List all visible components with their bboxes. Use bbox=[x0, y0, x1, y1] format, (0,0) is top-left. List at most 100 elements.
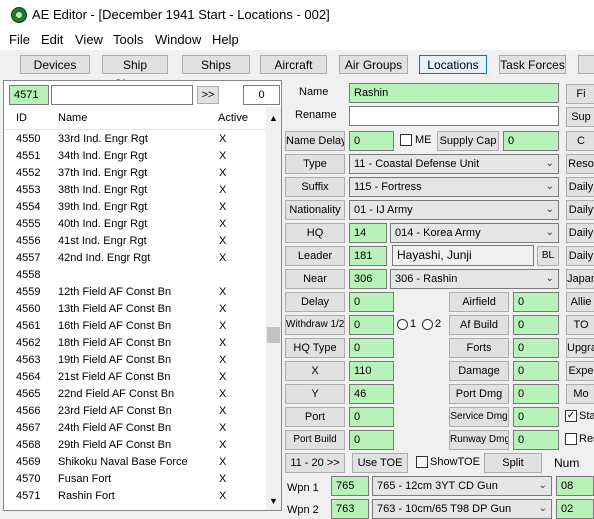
near-select[interactable]: 306 - Rashin ⌄ bbox=[390, 269, 559, 289]
toolbar-aircraft-button[interactable]: Aircraft bbox=[260, 55, 327, 74]
right-button-daily-3[interactable]: Daily bbox=[566, 223, 594, 243]
wpn2-id-field[interactable]: 763 bbox=[331, 499, 369, 519]
forts-field[interactable]: 0 bbox=[513, 338, 559, 358]
wpn2-num-field[interactable]: 02 bbox=[556, 499, 594, 519]
wpn1-select[interactable]: 765 - 12cm 3YT CD Gun ⌄ bbox=[372, 476, 552, 496]
list-scrollbar[interactable]: ▲ ▼ bbox=[266, 107, 281, 510]
hq-button[interactable]: HQ bbox=[285, 223, 345, 243]
use-toe-button[interactable]: Use TOE bbox=[352, 453, 408, 473]
list-item[interactable]: 4559 12th Field AF Const Bn X bbox=[4, 284, 266, 301]
show-toe-checkbox[interactable] bbox=[416, 456, 428, 468]
runway-dmg-field[interactable]: 0 bbox=[513, 430, 559, 450]
suffix-select[interactable]: 115 - Fortress ⌄ bbox=[349, 177, 559, 197]
list-item[interactable]: 4553 38th Ind. Engr Rgt X bbox=[4, 182, 266, 199]
toolbar-devices-button[interactable]: Devices bbox=[20, 55, 90, 74]
list-item[interactable]: 4568 29th Field AF Const Bn X bbox=[4, 437, 266, 454]
toolbar-task-forces-button[interactable]: Task Forces bbox=[499, 55, 566, 74]
id-search-field[interactable]: 4571 bbox=[9, 85, 49, 105]
search-go-button[interactable]: >> bbox=[197, 86, 219, 104]
supply-cap-field[interactable]: 0 bbox=[503, 131, 559, 151]
suffix-button[interactable]: Suffix bbox=[285, 177, 345, 197]
forts-button[interactable]: Forts bbox=[449, 338, 509, 358]
hq-id-field[interactable]: 14 bbox=[349, 223, 387, 243]
name-search-field[interactable] bbox=[51, 85, 193, 105]
menu-window[interactable]: Window bbox=[155, 32, 201, 47]
x-button[interactable]: X bbox=[285, 361, 345, 381]
right-button-reso[interactable]: Reso bbox=[566, 154, 594, 174]
list-item[interactable]: 4565 22nd Field AF Const Bn X bbox=[4, 386, 266, 403]
stat-checkbox[interactable]: ✓ bbox=[565, 410, 577, 422]
port-button[interactable]: Port bbox=[285, 407, 345, 427]
airfield-button[interactable]: Airfield bbox=[449, 292, 509, 312]
near-button[interactable]: Near bbox=[285, 269, 345, 289]
toolbar-locations-button[interactable]: Locations bbox=[419, 55, 487, 74]
airfield-field[interactable]: 0 bbox=[513, 292, 559, 312]
list-item[interactable]: 4555 40th Ind. Engr Rgt X bbox=[4, 216, 266, 233]
wpn2-select[interactable]: 763 - 10cm/65 T98 DP Gun ⌄ bbox=[372, 499, 552, 519]
right-button-sup[interactable]: Sup bbox=[566, 107, 594, 127]
right-button-daily-2[interactable]: Daily bbox=[566, 200, 594, 220]
menu-view[interactable]: View bbox=[75, 32, 103, 47]
hq-type-button[interactable]: HQ Type bbox=[285, 338, 345, 358]
type-select[interactable]: 11 - Coastal Defense Unit ⌄ bbox=[349, 154, 559, 174]
name-delay-field[interactable]: 0 bbox=[349, 131, 394, 151]
af-build-button[interactable]: Af Build bbox=[449, 315, 509, 335]
right-button-mo[interactable]: Mo bbox=[566, 384, 594, 404]
af-build-field[interactable]: 0 bbox=[513, 315, 559, 335]
list-item[interactable]: 4567 24th Field AF Const Bn X bbox=[4, 420, 266, 437]
list-item[interactable]: 4551 34th Ind. Engr Rgt X bbox=[4, 148, 266, 165]
damage-button[interactable]: Damage bbox=[449, 361, 509, 381]
hq-type-field[interactable]: 0 bbox=[349, 338, 394, 358]
right-button-daily-1[interactable]: Daily bbox=[566, 177, 594, 197]
name-delay-button[interactable]: Name Delay bbox=[285, 131, 345, 151]
list-item[interactable]: 4556 41st Ind. Engr Rgt X bbox=[4, 233, 266, 250]
toolbar-overflow-button[interactable] bbox=[578, 55, 594, 74]
supply-cap-button[interactable]: Supply Cap bbox=[437, 131, 499, 151]
withdraw-button[interactable]: Withdraw 1/2 bbox=[285, 315, 345, 335]
rese-checkbox[interactable] bbox=[565, 433, 577, 445]
nationality-button[interactable]: Nationality bbox=[285, 200, 345, 220]
withdraw-radio-1[interactable] bbox=[397, 319, 408, 330]
column-header-active[interactable]: Active bbox=[218, 112, 248, 124]
y-button[interactable]: Y bbox=[285, 384, 345, 404]
toolbar-ships-button[interactable]: Ships bbox=[182, 55, 250, 74]
toolbar-ship-classes-button[interactable]: Ship Classes bbox=[102, 55, 168, 91]
split-button[interactable]: Split bbox=[484, 453, 542, 473]
runway-dmg-button[interactable]: Runway Dmg bbox=[449, 430, 509, 450]
list-item[interactable]: 4561 16th Field AF Const Bn X bbox=[4, 318, 266, 335]
port-field[interactable]: 0 bbox=[349, 407, 394, 427]
list-item[interactable]: 4569 Shikoku Naval Base Force X bbox=[4, 454, 266, 471]
port-dmg-field[interactable]: 0 bbox=[513, 384, 559, 404]
toolbar-air-groups-button[interactable]: Air Groups bbox=[339, 55, 408, 74]
right-button-c[interactable]: C bbox=[566, 131, 594, 151]
type-button[interactable]: Type bbox=[285, 154, 345, 174]
withdraw-field[interactable]: 0 bbox=[349, 315, 394, 335]
range-next-button[interactable]: 11 - 20 >> bbox=[285, 453, 345, 473]
right-button-fi[interactable]: Fi bbox=[566, 84, 594, 104]
column-header-name[interactable]: Name bbox=[58, 112, 87, 124]
wpn1-id-field[interactable]: 765 bbox=[331, 476, 369, 496]
list-item[interactable]: 4557 42nd Ind. Engr Rgt X bbox=[4, 250, 266, 267]
near-id-field[interactable]: 306 bbox=[349, 269, 387, 289]
service-dmg-field[interactable]: 0 bbox=[513, 407, 559, 427]
list-item[interactable]: 4554 39th Ind. Engr Rgt X bbox=[4, 199, 266, 216]
nationality-select[interactable]: 01 - IJ Army ⌄ bbox=[349, 200, 559, 220]
column-header-id[interactable]: ID bbox=[16, 112, 27, 124]
scrollbar-thumb[interactable] bbox=[267, 327, 280, 343]
bl-button[interactable]: BL bbox=[537, 246, 559, 266]
right-button-daily-4[interactable]: Daily bbox=[566, 246, 594, 266]
list-item[interactable]: 4558 bbox=[4, 267, 266, 284]
list-item[interactable]: 4571 Rashin Fort X bbox=[4, 488, 266, 505]
menu-tools[interactable]: Tools bbox=[113, 32, 143, 47]
menu-edit[interactable]: Edit bbox=[41, 32, 63, 47]
delay-button[interactable]: Delay bbox=[285, 292, 345, 312]
wpn1-num-field[interactable]: 08 bbox=[556, 476, 594, 496]
port-dmg-button[interactable]: Port Dmg bbox=[449, 384, 509, 404]
list-item[interactable]: 4552 37th Ind. Engr Rgt X bbox=[4, 165, 266, 182]
withdraw-radio-2[interactable] bbox=[422, 319, 433, 330]
menu-file[interactable]: File bbox=[9, 32, 30, 47]
leader-button[interactable]: Leader bbox=[285, 246, 345, 266]
right-button-expe[interactable]: Expe bbox=[566, 361, 594, 381]
me-checkbox[interactable] bbox=[400, 134, 412, 146]
x-field[interactable]: 110 bbox=[349, 361, 394, 381]
